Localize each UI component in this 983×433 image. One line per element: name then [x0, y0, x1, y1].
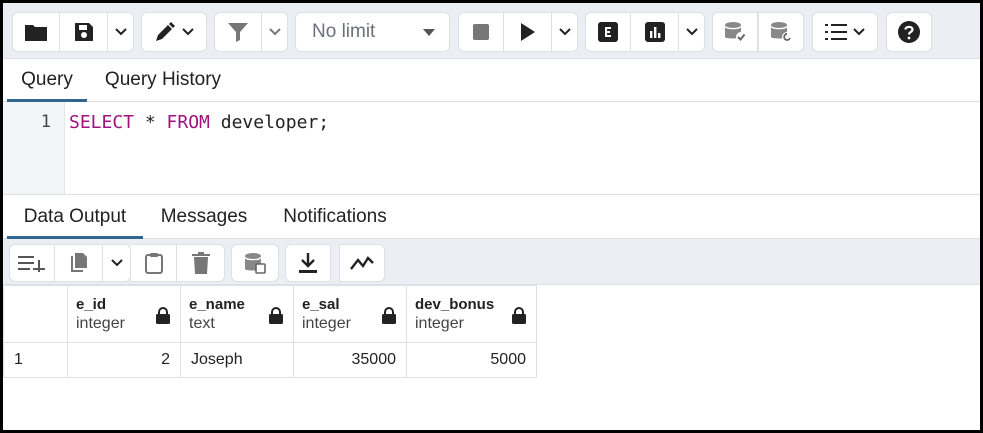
- tab-notifications[interactable]: Notifications: [267, 196, 403, 238]
- grid-header-row: e_id integer e_name text e_sal integer d…: [3, 285, 537, 343]
- tab-query-history-label: Query History: [104, 69, 222, 90]
- output-tabs: Data Output Messages Notifications: [3, 196, 980, 239]
- column-header-dev-bonus[interactable]: dev_bonus integer: [406, 285, 537, 343]
- grid-corner-cell[interactable]: [3, 285, 68, 343]
- stop-button[interactable]: [458, 12, 504, 52]
- chevron-down-icon: [558, 28, 571, 36]
- commit-button[interactable]: [712, 12, 758, 52]
- data-grid: e_id integer e_name text e_sal integer d…: [3, 285, 537, 378]
- filter-button[interactable]: [214, 12, 262, 52]
- query-tabs: Query Query History: [3, 59, 980, 102]
- chevron-down-icon: [110, 259, 123, 267]
- table-row[interactable]: 1 2 Joseph 35000 5000: [3, 342, 537, 378]
- rollback-button[interactable]: [758, 12, 804, 52]
- column-header-e-name[interactable]: e_name text: [180, 285, 294, 343]
- chevron-down-icon: [685, 28, 698, 36]
- chevron-down-icon: [182, 28, 194, 36]
- edit-button[interactable]: [141, 12, 207, 52]
- analyze-icon: [644, 22, 665, 42]
- explain-dropdown-button[interactable]: [679, 12, 705, 52]
- commit-icon: [725, 22, 746, 42]
- cell-dev-bonus[interactable]: 5000: [406, 342, 537, 378]
- sql-editor[interactable]: 1 SELECT * FROM developer;: [3, 102, 980, 195]
- explain-button[interactable]: [585, 12, 631, 52]
- help-icon: [898, 21, 920, 43]
- chevron-down-icon: [268, 28, 281, 36]
- column-header-e-sal[interactable]: e_sal integer: [293, 285, 407, 343]
- save-button[interactable]: [60, 12, 108, 52]
- filter-icon: [228, 23, 248, 42]
- copy-button[interactable]: [55, 244, 103, 282]
- tab-query[interactable]: Query: [7, 59, 87, 102]
- add-row-icon: [18, 256, 45, 272]
- macros-icon: [825, 24, 847, 40]
- query-toolbar: No limit: [3, 3, 980, 59]
- code-line[interactable]: SELECT * FROM developer;: [69, 112, 329, 133]
- lock-icon: [382, 307, 396, 324]
- tab-query-history[interactable]: Query History: [93, 59, 233, 101]
- save-dropdown-button[interactable]: [108, 12, 134, 52]
- delete-button[interactable]: [177, 244, 225, 282]
- caret-down-icon: [423, 28, 435, 36]
- add-row-button[interactable]: [9, 244, 55, 282]
- keyword-select: SELECT: [69, 112, 135, 133]
- download-button[interactable]: [285, 244, 331, 282]
- stop-icon: [473, 24, 489, 40]
- line-number: 1: [40, 112, 51, 132]
- copy-dropdown-button[interactable]: [103, 244, 131, 282]
- lock-icon: [512, 307, 526, 324]
- save-data-icon: [245, 253, 266, 274]
- cell-e-name[interactable]: Joseph: [180, 342, 294, 378]
- cell-e-id[interactable]: 2: [67, 342, 181, 378]
- pen-icon: [156, 22, 175, 41]
- row-number[interactable]: 1: [3, 342, 68, 378]
- row-limit-select[interactable]: No limit: [295, 12, 450, 52]
- tab-data-output-label: Data Output: [23, 206, 127, 227]
- chevron-down-icon: [114, 28, 127, 36]
- macros-button[interactable]: [812, 12, 878, 52]
- tab-messages-label: Messages: [160, 206, 248, 227]
- folder-icon: [25, 25, 47, 41]
- explain-analyze-button[interactable]: [631, 12, 679, 52]
- help-button[interactable]: [886, 12, 932, 52]
- filter-dropdown-button[interactable]: [262, 12, 288, 52]
- save-data-button[interactable]: [231, 244, 279, 282]
- open-file-button[interactable]: [12, 12, 60, 52]
- paste-button[interactable]: [131, 244, 177, 282]
- line-gutter: 1: [3, 102, 65, 194]
- rollback-icon: [771, 22, 792, 42]
- save-icon: [74, 23, 93, 41]
- column-header-e-id[interactable]: e_id integer: [67, 285, 181, 343]
- copy-icon: [70, 253, 87, 272]
- tab-query-label: Query: [21, 69, 73, 90]
- window-frame: No limit Query Query History 1 SELECT * …: [0, 0, 983, 433]
- lock-icon: [156, 307, 170, 324]
- explain-icon: [598, 22, 618, 42]
- cell-e-sal[interactable]: 35000: [293, 342, 407, 378]
- tab-notifications-label: Notifications: [283, 206, 387, 227]
- trash-icon: [191, 252, 210, 274]
- row-limit-value: No limit: [312, 21, 376, 42]
- execute-dropdown-button[interactable]: [552, 12, 578, 52]
- output-toolbar: [3, 239, 980, 285]
- paste-icon: [144, 253, 163, 274]
- code-table-name: developer;: [209, 112, 330, 133]
- keyword-from: FROM: [166, 112, 210, 133]
- lock-icon: [269, 307, 283, 324]
- download-icon: [299, 253, 317, 273]
- line-chart-icon: [350, 256, 374, 270]
- tab-messages[interactable]: Messages: [149, 196, 259, 238]
- graph-visualiser-button[interactable]: [339, 244, 385, 282]
- code-operator: *: [134, 112, 167, 133]
- execute-button[interactable]: [504, 12, 552, 52]
- chevron-down-icon: [853, 28, 865, 36]
- tab-data-output[interactable]: Data Output: [7, 196, 143, 239]
- play-icon: [520, 23, 535, 41]
